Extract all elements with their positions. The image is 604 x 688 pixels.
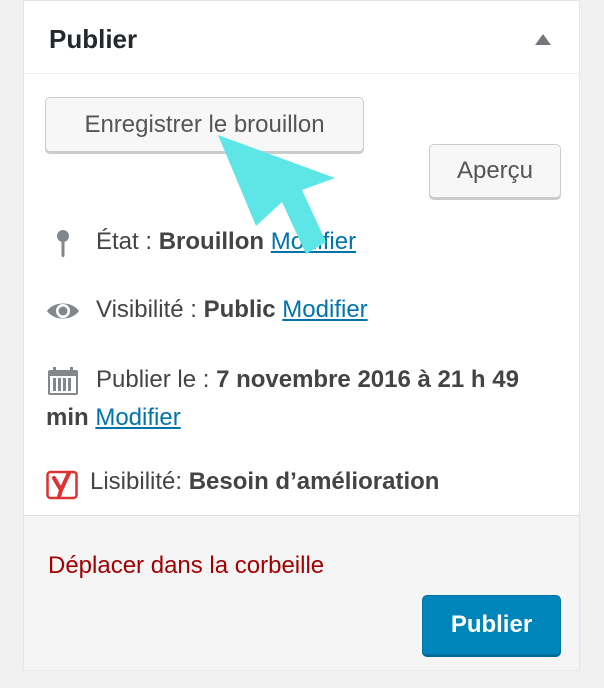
visibility-value: Public (203, 296, 276, 323)
yoast-icon (46, 468, 78, 499)
calendar-icon (46, 366, 80, 396)
status-value: Brouillon (158, 228, 265, 255)
save-draft-button[interactable]: Enregistrer le brouillon (45, 97, 364, 152)
panel-header[interactable]: Publier (24, 1, 579, 74)
preview-button[interactable]: Aperçu (429, 144, 561, 198)
readability-value: Besoin d’amélioration (188, 468, 440, 495)
visibility-row: Visibilité : Public Modifier (46, 291, 368, 329)
schedule-label: Publier le : (96, 366, 217, 393)
readability-row: Lisibilité: Besoin d’amélioration (46, 463, 439, 501)
edit-status-link[interactable]: Modifier (271, 228, 356, 255)
pin-icon (46, 228, 80, 258)
visibility-label: Visibilité : (96, 296, 204, 323)
status-row: État : Brouillon Modifier (46, 223, 356, 261)
status-label: État : (96, 228, 159, 255)
move-to-trash-link[interactable]: Déplacer dans la corbeille (48, 552, 324, 580)
panel-title: Publier (49, 24, 138, 54)
eye-icon (46, 296, 80, 326)
publish-panel: Publier Enregistrer le brouillon Aperçu … (23, 0, 580, 670)
panel-footer: Déplacer dans la corbeille Publier (24, 515, 579, 670)
schedule-row: Publier le : 7 novembre 2016 à 21 h 49 m… (46, 361, 556, 437)
readability-label: Lisibilité: (90, 468, 189, 495)
publish-button[interactable]: Publier (422, 595, 561, 655)
edit-schedule-link[interactable]: Modifier (95, 404, 180, 431)
edit-visibility-link[interactable]: Modifier (282, 296, 367, 323)
triangle-up-icon[interactable] (535, 34, 551, 45)
